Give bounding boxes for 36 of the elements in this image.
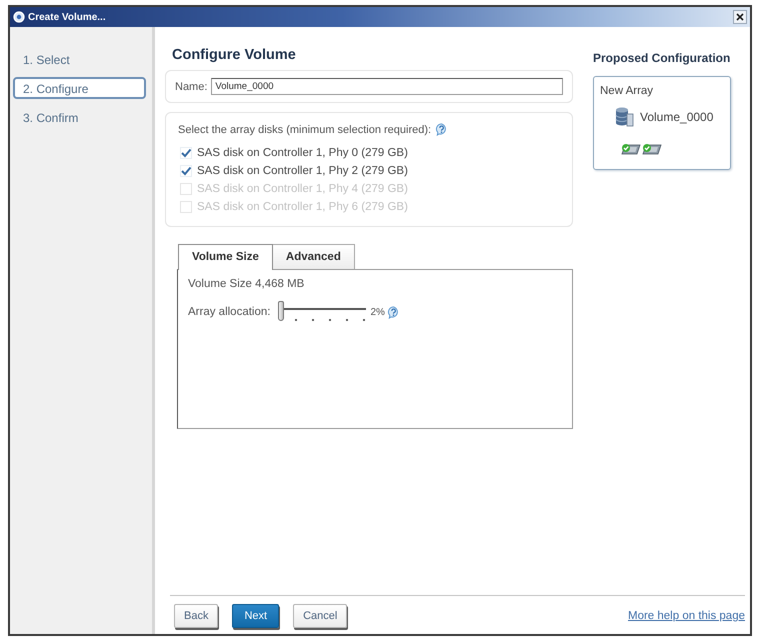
step-item[interactable]: 2. Configure bbox=[13, 77, 146, 99]
disk-label: SAS disk on Controller 1, Phy 2 (279 GB) bbox=[197, 165, 408, 177]
disk-label: SAS disk on Controller 1, Phy 4 (279 GB) bbox=[197, 183, 408, 195]
dialog-button[interactable]: Cancel bbox=[293, 604, 348, 628]
tab[interactable]: Advanced bbox=[272, 244, 355, 270]
allocation-slider[interactable] bbox=[276, 300, 366, 324]
help-icon[interactable] bbox=[435, 123, 448, 136]
help-link[interactable]: More help on this page bbox=[628, 610, 745, 622]
app-icon bbox=[13, 11, 25, 23]
disk-label: SAS disk on Controller 1, Phy 6 (279 GB) bbox=[197, 201, 408, 213]
help-icon[interactable] bbox=[386, 306, 400, 318]
array-label: New Array bbox=[600, 84, 654, 99]
allocation-reading: 2% bbox=[370, 306, 385, 318]
step-item[interactable]: 3. Confirm bbox=[13, 106, 146, 128]
step-item[interactable]: 1. Select bbox=[13, 48, 146, 70]
drive-check-icon bbox=[621, 142, 641, 156]
checkbox[interactable] bbox=[180, 165, 192, 177]
disk-prompt: Select the array disks (minimum selection required): bbox=[178, 124, 432, 136]
tab[interactable]: Volume Size bbox=[178, 244, 273, 270]
page-heading: Configure Volume bbox=[172, 46, 297, 65]
close-button[interactable] bbox=[733, 10, 747, 24]
slider-thumb[interactable] bbox=[278, 301, 284, 321]
name-field[interactable]: Volume_0000 bbox=[211, 78, 563, 95]
volume-name: Volume_0000 bbox=[640, 110, 714, 124]
database-icon bbox=[614, 106, 634, 128]
drive-check-icon bbox=[642, 142, 662, 156]
allocation-label: Array allocation: bbox=[188, 306, 270, 318]
name-label: Name: bbox=[175, 80, 208, 92]
disk-label: SAS disk on Controller 1, Phy 0 (279 GB) bbox=[197, 147, 408, 159]
window-title: Create Volume... bbox=[28, 12, 106, 22]
proposed-title: Proposed Configuration bbox=[593, 50, 732, 67]
volume-size-text: Volume Size 4,468 MB bbox=[188, 277, 306, 292]
dialog-button[interactable]: Back bbox=[174, 604, 218, 628]
checkbox[interactable] bbox=[180, 147, 192, 159]
dialog-button[interactable]: Next bbox=[232, 604, 280, 628]
close-icon bbox=[736, 13, 744, 21]
